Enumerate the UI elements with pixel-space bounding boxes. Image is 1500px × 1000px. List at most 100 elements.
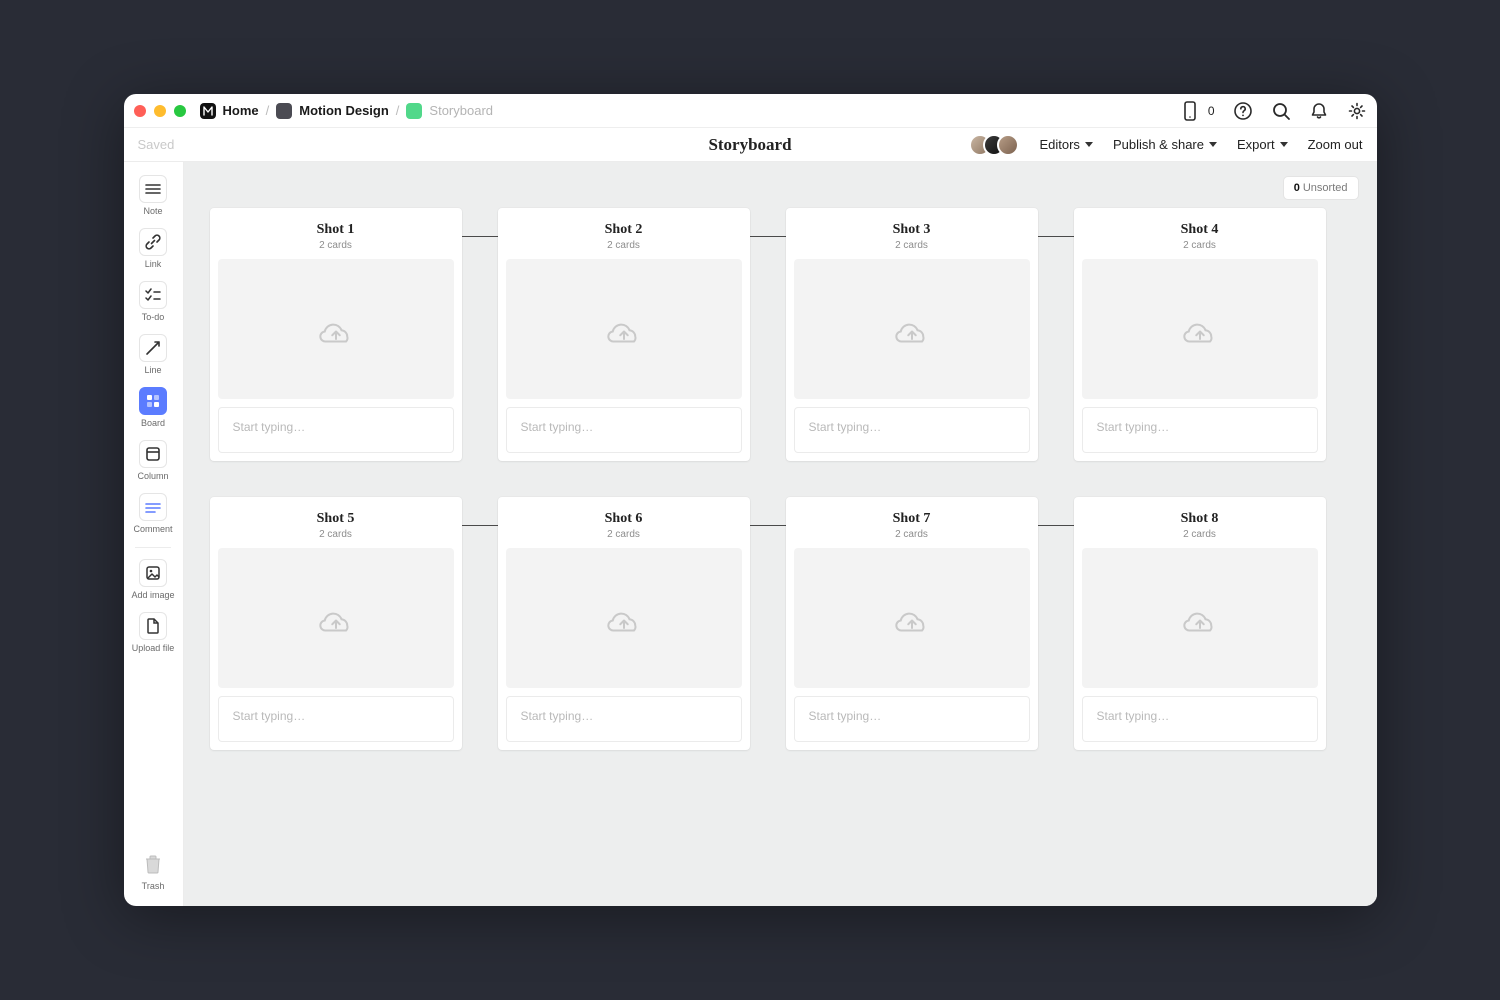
card-text-input[interactable]: Start typing… [218,407,454,453]
shot-subtitle: 2 cards [794,529,1030,540]
cloud-upload-icon [892,314,932,344]
fullscreen-window-icon[interactable] [174,105,186,117]
shot-title[interactable]: Shot 7 [794,511,1030,527]
breadcrumb: Home / Motion Design / Storyboard [200,103,494,119]
app-logo-icon[interactable] [200,103,216,119]
breadcrumb-project[interactable]: Motion Design [299,103,389,118]
tool-add-image[interactable]: Add image [128,556,178,605]
card-text-input[interactable]: Start typing… [218,696,454,742]
upload-dropzone[interactable] [506,548,742,688]
tool-upload-file[interactable]: Upload file [128,609,178,658]
tool-label: To-do [142,312,165,322]
document-title[interactable]: Storyboard [708,135,791,155]
board-canvas[interactable]: 0Unsorted Shot 1 2 cards Start typing… S… [184,162,1377,906]
upload-dropzone[interactable] [794,259,1030,399]
board-column[interactable]: Shot 6 2 cards Start typing… [498,497,750,750]
tool-label: Trash [142,881,165,891]
column-connector [1038,525,1074,526]
document-toolbar: Saved Storyboard Editors Publish & share… [124,128,1377,162]
upload-dropzone[interactable] [1082,548,1318,688]
tool-sidebar: Note Link To-do Line [124,162,184,906]
tool-link[interactable]: Link [128,225,178,274]
chevron-down-icon [1085,142,1093,147]
board-column[interactable]: Shot 8 2 cards Start typing… [1074,497,1326,750]
breadcrumb-home[interactable]: Home [223,103,259,118]
settings-icon[interactable] [1347,101,1367,121]
shot-title[interactable]: Shot 8 [1082,511,1318,527]
card-text-input[interactable]: Start typing… [506,696,742,742]
board-column[interactable]: Shot 1 2 cards Start typing… [210,208,462,461]
image-icon [139,559,167,587]
cloud-upload-icon [892,603,932,633]
shot-title[interactable]: Shot 5 [218,511,454,527]
upload-dropzone[interactable] [218,259,454,399]
tool-todo[interactable]: To-do [128,278,178,327]
board-column[interactable]: Shot 3 2 cards Start typing… [786,208,1038,461]
breadcrumb-current: Storyboard [429,103,493,118]
collaborator-avatars[interactable] [969,134,1019,156]
upload-dropzone[interactable] [506,259,742,399]
cloud-upload-icon [1180,314,1220,344]
upload-dropzone[interactable] [218,548,454,688]
upload-dropzone[interactable] [1082,259,1318,399]
publish-share-dropdown[interactable]: Publish & share [1113,137,1217,152]
tool-label: Link [145,259,162,269]
cloud-upload-icon [316,603,356,633]
shot-subtitle: 2 cards [218,529,454,540]
mobile-preview-icon[interactable] [1180,101,1200,121]
tool-column[interactable]: Column [128,437,178,486]
minimize-window-icon[interactable] [154,105,166,117]
card-text-input[interactable]: Start typing… [1082,696,1318,742]
search-icon[interactable] [1271,101,1291,121]
shot-title[interactable]: Shot 2 [506,222,742,238]
window-chrome: Home / Motion Design / Storyboard 0 [124,94,1377,128]
window-controls [134,105,186,117]
cloud-upload-icon [604,603,644,633]
shot-title[interactable]: Shot 1 [218,222,454,238]
unsorted-badge[interactable]: 0Unsorted [1283,176,1359,200]
card-text-input[interactable]: Start typing… [794,696,1030,742]
shot-card[interactable]: Shot 5 2 cards Start typing… [210,497,462,750]
notifications-icon[interactable] [1309,101,1329,121]
shot-card[interactable]: Shot 2 2 cards Start typing… [498,208,750,461]
sidebar-divider [135,547,171,548]
line-icon [139,334,167,362]
shot-card[interactable]: Shot 3 2 cards Start typing… [786,208,1038,461]
shot-card[interactable]: Shot 8 2 cards Start typing… [1074,497,1326,750]
shot-card[interactable]: Shot 7 2 cards Start typing… [786,497,1038,750]
tool-label: Column [137,471,168,481]
card-text-input[interactable]: Start typing… [794,407,1030,453]
cloud-upload-icon [1180,603,1220,633]
board-column[interactable]: Shot 2 2 cards Start typing… [498,208,750,461]
zoom-out-button[interactable]: Zoom out [1308,137,1363,152]
tool-note[interactable]: Note [128,172,178,221]
tool-line[interactable]: Line [128,331,178,380]
shot-title[interactable]: Shot 4 [1082,222,1318,238]
tool-label: Upload file [132,643,175,653]
column-connector [462,525,498,526]
board-column[interactable]: Shot 4 2 cards Start typing… [1074,208,1326,461]
tool-comment[interactable]: Comment [128,490,178,539]
shot-card[interactable]: Shot 1 2 cards Start typing… [210,208,462,461]
card-text-input[interactable]: Start typing… [1082,407,1318,453]
close-window-icon[interactable] [134,105,146,117]
editors-dropdown[interactable]: Editors [1039,137,1092,152]
shot-subtitle: 2 cards [1082,240,1318,251]
board-column[interactable]: Shot 5 2 cards Start typing… [210,497,462,750]
page-chip-icon [406,103,422,119]
shot-card[interactable]: Shot 6 2 cards Start typing… [498,497,750,750]
shot-title[interactable]: Shot 3 [794,222,1030,238]
tool-board[interactable]: Board [128,384,178,433]
board-column[interactable]: Shot 7 2 cards Start typing… [786,497,1038,750]
column-connector [750,236,786,237]
avatar[interactable] [997,134,1019,156]
cloud-upload-icon [316,314,356,344]
card-text-input[interactable]: Start typing… [506,407,742,453]
shot-card[interactable]: Shot 4 2 cards Start typing… [1074,208,1326,461]
upload-dropzone[interactable] [794,548,1030,688]
help-icon[interactable] [1233,101,1253,121]
shot-subtitle: 2 cards [218,240,454,251]
export-dropdown[interactable]: Export [1237,137,1288,152]
shot-title[interactable]: Shot 6 [506,511,742,527]
tool-trash[interactable]: Trash [128,847,178,896]
